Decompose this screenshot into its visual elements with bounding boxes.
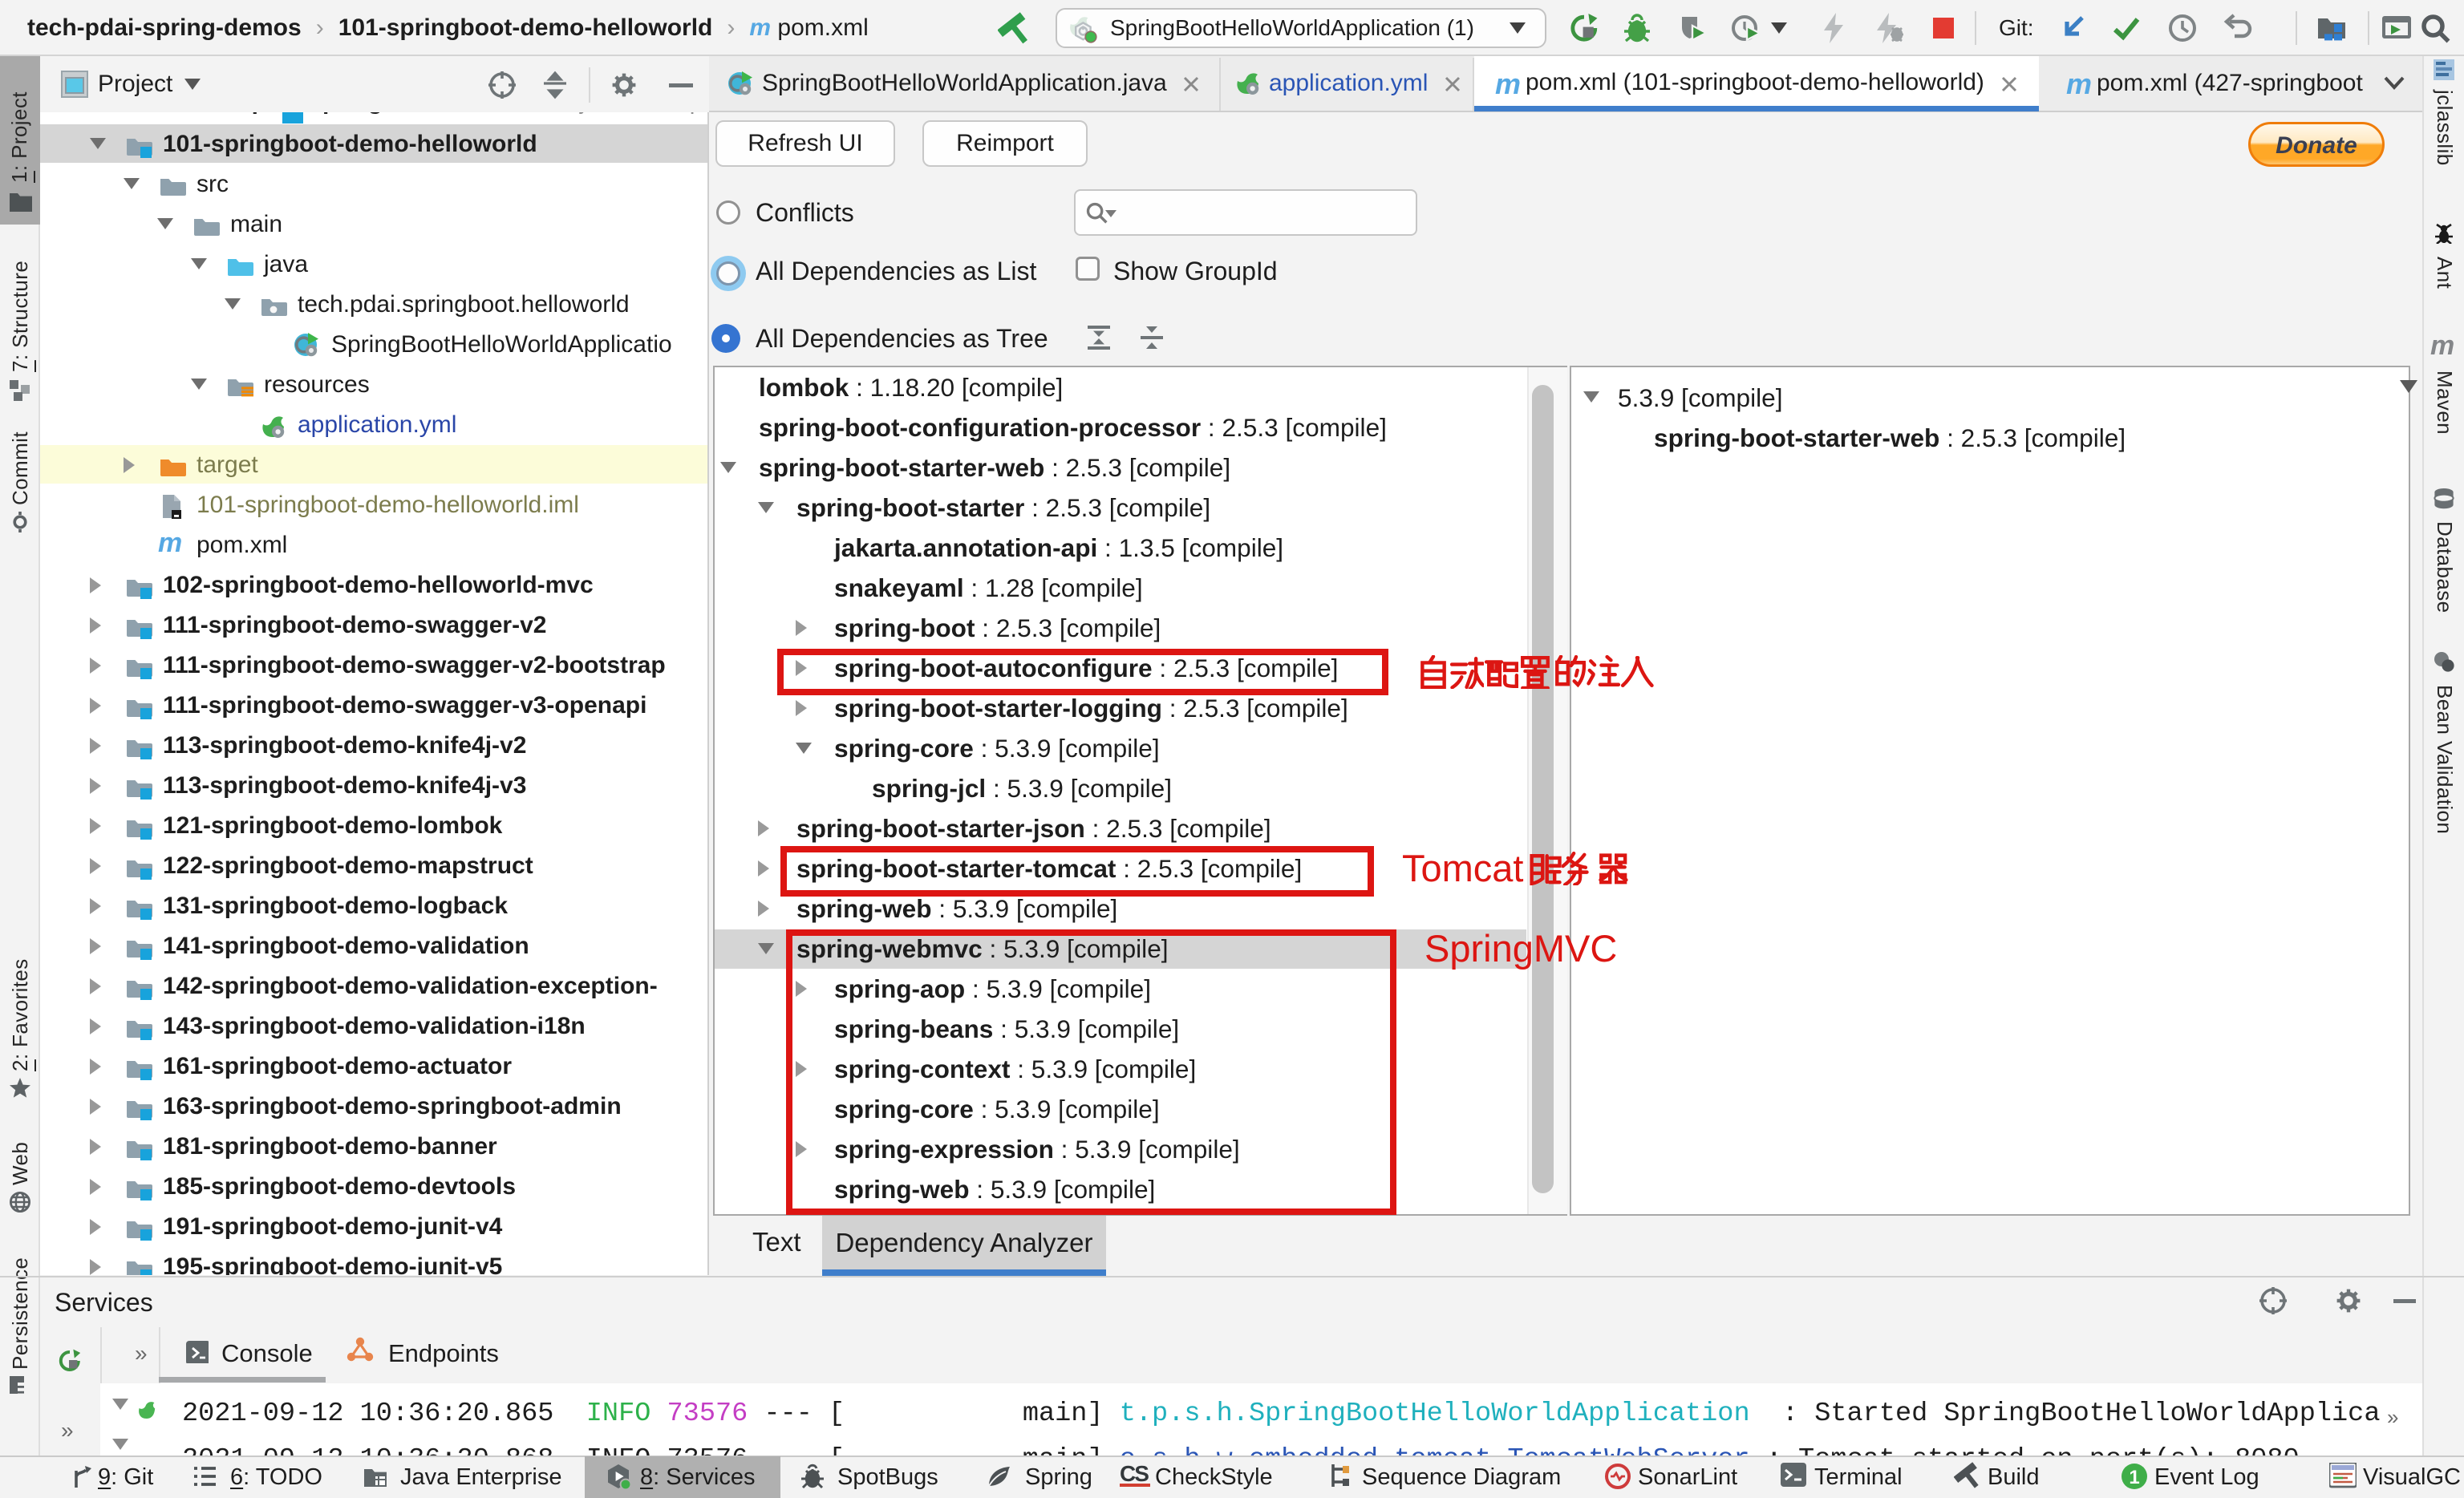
svg-text:1: 1: [2129, 1467, 2139, 1488]
